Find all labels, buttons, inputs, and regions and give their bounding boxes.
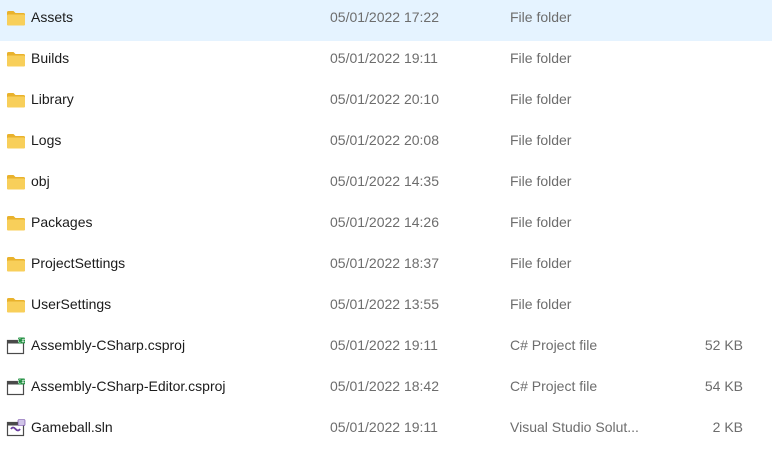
file-type: File folder	[510, 296, 572, 312]
file-name: Logs	[31, 132, 62, 148]
file-date-modified: 05/01/2022 14:26	[330, 214, 439, 230]
file-date-modified: 05/01/2022 17:22	[330, 9, 439, 25]
file-size	[650, 123, 743, 164]
file-type: File folder	[510, 91, 572, 107]
file-list: Assets 05/01/2022 17:22 File folder Buil…	[0, 0, 772, 447]
file-type: File folder	[510, 255, 572, 271]
file-row[interactable]: ProjectSettings 05/01/2022 18:37 File fo…	[0, 246, 772, 287]
file-type: Visual Studio Solut...	[510, 419, 639, 435]
file-name: obj	[31, 173, 50, 189]
folder-icon	[6, 296, 26, 314]
svg-text:C#: C#	[18, 338, 26, 344]
file-row[interactable]: Library 05/01/2022 20:10 File folder	[0, 82, 772, 123]
file-date-modified: 05/01/2022 20:08	[330, 132, 439, 148]
folder-icon	[6, 50, 26, 68]
file-date-modified: 05/01/2022 20:10	[330, 91, 439, 107]
file-type: File folder	[510, 9, 572, 25]
csproj-file-icon: C#	[6, 378, 26, 396]
file-type: C# Project file	[510, 337, 598, 353]
file-size	[650, 246, 743, 287]
file-name: Packages	[31, 214, 93, 230]
svg-text:C#: C#	[18, 379, 26, 385]
file-name: UserSettings	[31, 296, 112, 312]
folder-icon	[6, 255, 26, 273]
file-row[interactable]: UserSettings 05/01/2022 13:55 File folde…	[0, 287, 772, 328]
file-type: File folder	[510, 214, 572, 230]
file-size: 2 KB	[712, 419, 743, 435]
file-size	[650, 0, 743, 41]
file-type: File folder	[510, 50, 572, 66]
file-name: Library	[31, 91, 74, 107]
file-row[interactable]: C# Assembly-CSharp-Editor.csproj 05/01/2…	[0, 369, 772, 410]
file-row[interactable]: Gameball.sln 05/01/2022 19:11 Visual Stu…	[0, 410, 772, 451]
file-date-modified: 05/01/2022 19:11	[330, 419, 438, 435]
folder-icon	[6, 9, 26, 27]
file-size	[650, 287, 743, 328]
file-type: File folder	[510, 132, 572, 148]
file-size: 54 KB	[704, 378, 743, 394]
file-row[interactable]: C# Assembly-CSharp.csproj 05/01/2022 19:…	[0, 328, 772, 369]
folder-icon	[6, 132, 26, 150]
file-size	[650, 82, 743, 123]
folder-icon	[6, 91, 26, 109]
file-name: Gameball.sln	[31, 419, 113, 435]
file-date-modified: 05/01/2022 19:11	[330, 337, 438, 353]
file-name: Assets	[31, 9, 74, 25]
file-row[interactable]: Logs 05/01/2022 20:08 File folder	[0, 123, 772, 164]
file-row[interactable]: Builds 05/01/2022 19:11 File folder	[0, 41, 772, 82]
file-date-modified: 05/01/2022 19:11	[330, 50, 438, 66]
file-date-modified: 05/01/2022 13:55	[330, 296, 439, 312]
file-type: File folder	[510, 173, 572, 189]
file-date-modified: 05/01/2022 14:35	[330, 173, 439, 189]
folder-icon	[6, 173, 26, 191]
file-size	[650, 164, 743, 205]
file-row[interactable]: obj 05/01/2022 14:35 File folder	[0, 164, 772, 205]
file-name: ProjectSettings	[31, 255, 126, 271]
file-name: Assembly-CSharp-Editor.csproj	[31, 378, 226, 394]
file-name: Builds	[31, 50, 70, 66]
file-name: Assembly-CSharp.csproj	[31, 337, 186, 353]
csproj-file-icon: C#	[6, 337, 26, 355]
folder-icon	[6, 214, 26, 232]
sln-file-icon	[6, 419, 26, 437]
file-size	[650, 41, 743, 82]
file-date-modified: 05/01/2022 18:37	[330, 255, 439, 271]
file-size	[650, 205, 743, 246]
file-type: C# Project file	[510, 378, 598, 394]
file-size: 52 KB	[704, 337, 743, 353]
file-row[interactable]: Packages 05/01/2022 14:26 File folder	[0, 205, 772, 246]
file-row[interactable]: Assets 05/01/2022 17:22 File folder	[0, 0, 772, 41]
file-date-modified: 05/01/2022 18:42	[330, 378, 439, 394]
